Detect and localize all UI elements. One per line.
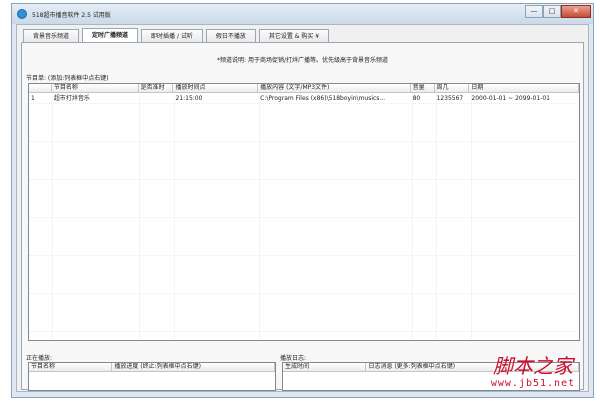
now-playing-label: 正在播放: xyxy=(26,355,53,362)
cell-date: 2000-01-01 ~ 2099-01-01 xyxy=(471,95,550,102)
watermark-url: www.jb51.net xyxy=(490,378,576,389)
column-header-np-name[interactable]: 节目名称 xyxy=(29,363,113,372)
channel-hint: *频道说明: 用于商场促销/打烊广播等。优先级高于背景音乐频道 xyxy=(217,57,388,64)
cell-time: 21:15:00 xyxy=(175,95,203,102)
now-playing-list[interactable]: 节目名称 播放进度 (终止:列表框中点右键) xyxy=(28,362,276,391)
tab-background-music[interactable]: 背景音乐频道 xyxy=(23,29,80,43)
column-header-weekday[interactable]: 周几 xyxy=(435,84,470,93)
tab-settings-purchase[interactable]: 其它设置 & 购买 ¥ xyxy=(258,29,330,43)
column-header-log-time[interactable]: 生成时间 xyxy=(283,363,367,372)
column-header-np-progress[interactable]: 播放进度 (终止:列表框中点右键) xyxy=(112,363,275,372)
minimize-button[interactable]: — xyxy=(525,5,543,18)
column-header-ontime[interactable]: 是否准时 xyxy=(139,84,174,93)
close-button[interactable]: ✕ xyxy=(561,5,591,18)
cell-weekday: 1235567 xyxy=(436,95,464,102)
cell-name: 超市打烊音乐 xyxy=(53,95,90,102)
cell-index: 1 xyxy=(31,95,35,102)
program-list-header: 节目名称 是否准时 播放时间点 播放内容 (文字/MP3文件) 音量 周几 日期 xyxy=(29,84,579,93)
program-list-label: 节目单: (添加:列表框中点右键) xyxy=(26,75,109,82)
tab-panel: *频道说明: 用于商场促销/打烊广播等。优先级高于背景音乐频道 节目单: (添加… xyxy=(21,42,584,391)
app-window: 518超市播音软件 2.5 试用版 — □ ✕ 背景音乐频道 定时广播频道 即时… xyxy=(11,3,594,398)
column-header-name[interactable]: 节目名称 xyxy=(52,84,139,93)
column-header-index[interactable] xyxy=(29,84,52,93)
tab-instant-play[interactable]: 即时插播 / 试听 xyxy=(141,29,203,43)
window-title: 518超市播音软件 2.5 试用版 xyxy=(32,12,111,19)
title-bar[interactable]: 518超市播音软件 2.5 试用版 — □ ✕ xyxy=(12,4,593,24)
column-header-date[interactable]: 日期 xyxy=(469,84,579,93)
log-label: 播放日志: xyxy=(280,355,307,362)
tab-strip: 背景音乐频道 定时广播频道 即时插播 / 试听 假日不播放 其它设置 & 购买 … xyxy=(23,28,332,43)
program-list[interactable]: 节目名称 是否准时 播放时间点 播放内容 (文字/MP3文件) 音量 周几 日期… xyxy=(28,83,580,341)
tab-holiday-off[interactable]: 假日不播放 xyxy=(205,29,256,43)
cell-ontime xyxy=(139,94,174,103)
client-area: 背景音乐频道 定时广播频道 即时插播 / 试听 假日不播放 其它设置 & 购买 … xyxy=(16,24,589,392)
now-playing-header: 节目名称 播放进度 (终止:列表框中点右键) xyxy=(29,363,275,372)
cell-content: C:\Program Files (x86)\518boyin\musics..… xyxy=(260,95,386,102)
table-row[interactable]: 1 超市打烊音乐 21:15:00 C:\Program Files (x86)… xyxy=(29,94,579,103)
tab-timed-broadcast[interactable]: 定时广播频道 xyxy=(82,28,139,43)
watermark-logo: 脚本之家 www.jb51.net xyxy=(470,354,596,398)
column-header-time[interactable]: 播放时间点 xyxy=(173,84,259,93)
grid-lines xyxy=(29,94,579,340)
column-header-content[interactable]: 播放内容 (文字/MP3文件) xyxy=(258,84,411,93)
cell-volume: 80 xyxy=(412,95,421,102)
window-controls: — □ ✕ xyxy=(525,5,591,19)
app-logo-icon xyxy=(17,9,27,19)
column-header-volume[interactable]: 音量 xyxy=(411,84,435,93)
maximize-button[interactable]: □ xyxy=(543,5,561,18)
watermark-text: 脚本之家 xyxy=(493,354,573,378)
